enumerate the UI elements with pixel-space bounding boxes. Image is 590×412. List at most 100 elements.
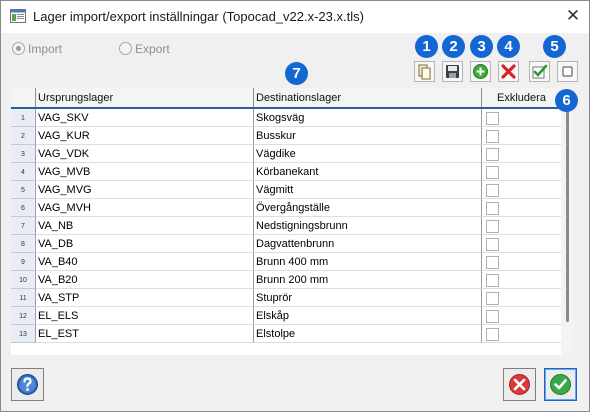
cancel-button[interactable]	[503, 368, 536, 401]
dialog-window: Lager import/export inställningar (Topoc…	[0, 0, 590, 412]
table-row[interactable]: 11 VA_STP Stuprör	[11, 289, 561, 307]
help-icon	[17, 374, 38, 395]
add-row-button[interactable]	[470, 61, 491, 82]
uncheck-all-button[interactable]	[557, 61, 578, 82]
table-row[interactable]: 12 EL_ELS Elskåp	[11, 307, 561, 325]
save-button[interactable]	[442, 61, 463, 82]
exclude-checkbox[interactable]	[486, 202, 499, 215]
exclude-checkbox[interactable]	[486, 220, 499, 233]
exclude-cell	[482, 325, 561, 343]
exclude-cell	[482, 271, 561, 289]
source-layer-cell[interactable]: VA_B20	[36, 271, 254, 289]
row-number[interactable]: 5	[11, 181, 36, 199]
table-row[interactable]: 4 VAG_MVB Körbanekant	[11, 163, 561, 181]
scrollbar-thumb[interactable]	[566, 102, 569, 322]
table-row[interactable]: 6 VAG_MVH Övergångställe	[11, 199, 561, 217]
column-header-source[interactable]: Ursprungslager	[36, 88, 254, 108]
table-row[interactable]: 9 VA_B40 Brunn 400 mm	[11, 253, 561, 271]
exclude-checkbox[interactable]	[486, 256, 499, 269]
destination-layer-cell[interactable]: Nedstigningsbrunn	[254, 217, 482, 235]
red-x-icon	[501, 64, 516, 79]
source-layer-cell[interactable]: VAG_MVH	[36, 199, 254, 217]
exclude-cell	[482, 145, 561, 163]
row-number[interactable]: 1	[11, 109, 36, 127]
annotation-badge-5: 5	[543, 35, 566, 58]
destination-layer-cell[interactable]: Vägmitt	[254, 181, 482, 199]
destination-layer-cell[interactable]: Vägdike	[254, 145, 482, 163]
table-row[interactable]: 7 VA_NB Nedstigningsbrunn	[11, 217, 561, 235]
export-radio[interactable]: Export	[119, 42, 170, 56]
destination-layer-cell[interactable]: Elskåp	[254, 307, 482, 325]
table-row[interactable]: 2 VAG_KUR Busskur	[11, 127, 561, 145]
row-number[interactable]: 8	[11, 235, 36, 253]
table-row[interactable]: 8 VA_DB Dagvattenbrunn	[11, 235, 561, 253]
radio-unselected-icon	[119, 42, 132, 55]
source-layer-cell[interactable]: EL_EST	[36, 325, 254, 343]
row-number[interactable]: 6	[11, 199, 36, 217]
source-layer-cell[interactable]: VAG_KUR	[36, 127, 254, 145]
row-number[interactable]: 4	[11, 163, 36, 181]
exclude-checkbox[interactable]	[486, 274, 499, 287]
source-layer-cell[interactable]: VA_DB	[36, 235, 254, 253]
annotation-badge-6: 6	[555, 89, 578, 112]
source-layer-cell[interactable]: VA_NB	[36, 217, 254, 235]
destination-layer-cell[interactable]: Brunn 400 mm	[254, 253, 482, 271]
annotation-badge-2: 2	[442, 35, 465, 58]
destination-layer-cell[interactable]: Dagvattenbrunn	[254, 235, 482, 253]
column-header-destination[interactable]: Destinationslager	[254, 88, 482, 108]
exclude-checkbox[interactable]	[486, 148, 499, 161]
source-layer-cell[interactable]: VAG_SKV	[36, 109, 254, 127]
exclude-cell	[482, 199, 561, 217]
row-number[interactable]: 3	[11, 145, 36, 163]
exclude-checkbox[interactable]	[486, 310, 499, 323]
exclude-cell	[482, 181, 561, 199]
check-all-button[interactable]	[529, 61, 550, 82]
table-row[interactable]: 13 EL_EST Elstolpe	[11, 325, 561, 343]
radio-selected-icon	[12, 42, 25, 55]
vertical-scrollbar[interactable]	[561, 88, 573, 355]
destination-layer-cell[interactable]: Busskur	[254, 127, 482, 145]
source-layer-cell[interactable]: VAG_MVG	[36, 181, 254, 199]
annotation-badge-1: 1	[415, 35, 438, 58]
row-number[interactable]: 2	[11, 127, 36, 145]
delete-row-button[interactable]	[498, 61, 519, 82]
destination-layer-cell[interactable]: Övergångställe	[254, 199, 482, 217]
table-row[interactable]: 5 VAG_MVG Vägmitt	[11, 181, 561, 199]
exclude-checkbox[interactable]	[486, 112, 499, 125]
exclude-checkbox[interactable]	[486, 166, 499, 179]
exclude-checkbox[interactable]	[486, 328, 499, 341]
source-layer-cell[interactable]: EL_ELS	[36, 307, 254, 325]
destination-layer-cell[interactable]: Stuprör	[254, 289, 482, 307]
exclude-checkbox[interactable]	[486, 292, 499, 305]
ok-button[interactable]	[544, 368, 577, 401]
row-number[interactable]: 11	[11, 289, 36, 307]
source-layer-cell[interactable]: VA_B40	[36, 253, 254, 271]
close-icon[interactable]: ✕	[561, 5, 585, 27]
exclude-cell	[482, 253, 561, 271]
column-header-exclude[interactable]: Exkludera	[482, 88, 561, 108]
destination-layer-cell[interactable]: Skogsväg	[254, 109, 482, 127]
help-button[interactable]	[11, 368, 44, 401]
table-row[interactable]: 3 VAG_VDK Vägdike	[11, 145, 561, 163]
copy-button[interactable]	[414, 61, 435, 82]
exclude-checkbox[interactable]	[486, 238, 499, 251]
row-number[interactable]: 13	[11, 325, 36, 343]
copy-icon	[418, 64, 431, 80]
source-layer-cell[interactable]: VAG_VDK	[36, 145, 254, 163]
destination-layer-cell[interactable]: Brunn 200 mm	[254, 271, 482, 289]
source-layer-cell[interactable]: VA_STP	[36, 289, 254, 307]
import-radio[interactable]: Import	[12, 42, 62, 56]
source-layer-cell[interactable]: VAG_MVB	[36, 163, 254, 181]
destination-layer-cell[interactable]: Körbanekant	[254, 163, 482, 181]
destination-layer-cell[interactable]: Elstolpe	[254, 325, 482, 343]
row-number[interactable]: 7	[11, 217, 36, 235]
table-row[interactable]: 10 VA_B20 Brunn 200 mm	[11, 271, 561, 289]
table-row[interactable]: 1 VAG_SKV Skogsväg	[11, 109, 561, 127]
exclude-checkbox[interactable]	[486, 130, 499, 143]
row-number[interactable]: 9	[11, 253, 36, 271]
exclude-checkbox[interactable]	[486, 184, 499, 197]
plus-circle-icon	[473, 64, 488, 79]
row-number[interactable]: 10	[11, 271, 36, 289]
layer-mapping-grid: Ursprungslager Destinationslager Exklude…	[11, 88, 573, 355]
row-number[interactable]: 12	[11, 307, 36, 325]
